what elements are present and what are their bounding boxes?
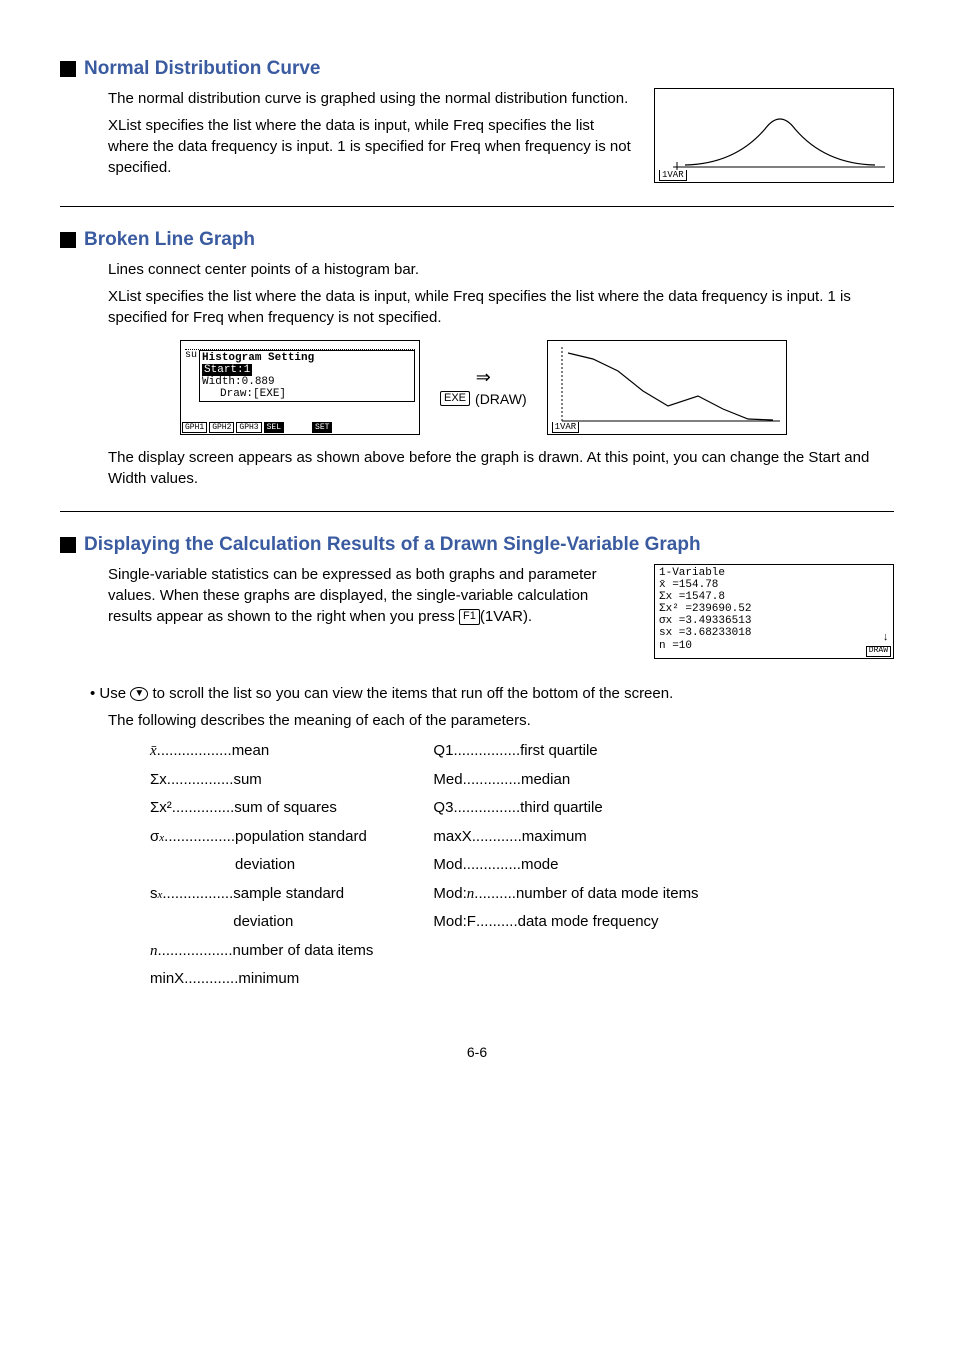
normal-curve-svg <box>655 89 893 182</box>
broken-line-svg <box>548 341 786 434</box>
param-dots: ................ <box>167 766 234 795</box>
param-desc: median <box>521 766 570 795</box>
softkey: SEL <box>264 422 284 433</box>
param-sym: Q3 <box>433 794 453 823</box>
param-dots: ................ <box>453 737 520 766</box>
arrow: ⇒ <box>440 367 527 388</box>
results-p2: The following describes the meaning of e… <box>108 710 894 731</box>
softkey: SET <box>312 422 332 433</box>
stats-row: Σx² =239690.52 <box>659 603 889 615</box>
draw-softkey: DRAW <box>866 646 891 657</box>
bullet-b: to scroll the list so you can view the i… <box>152 685 673 702</box>
broken-p3: The display screen appears as shown abov… <box>108 447 894 489</box>
param-desc: sum <box>233 766 261 795</box>
param-dots: .............. <box>463 766 521 795</box>
param-desc: mean <box>232 737 270 766</box>
param-dots: .......... <box>476 908 518 937</box>
param-sym: Med <box>433 766 462 795</box>
section-header-normal: Normal Distribution Curve <box>60 58 894 80</box>
param-sym: maxX <box>433 823 471 852</box>
param-sym: x̄ <box>150 737 157 766</box>
softkey-row: GPH1 GPH2 GPH3 SEL SET <box>182 422 332 433</box>
section-header-results: Displaying the Calculation Results of a … <box>60 534 894 556</box>
parameter-columns: x̄ ..................mean Σx ...........… <box>150 737 894 994</box>
stats-row: n =10 <box>659 640 889 652</box>
section-title: Displaying the Calculation Results of a … <box>84 534 701 556</box>
screen-label: 1VAR <box>659 170 687 181</box>
param-dots: ................. <box>162 880 233 937</box>
normal-curve-screen: 1VAR <box>654 88 894 183</box>
section-title: Broken Line Graph <box>84 229 255 251</box>
param-desc: first quartile <box>520 737 598 766</box>
param-sym: Mod:n <box>433 880 474 909</box>
param-sym: minX <box>150 965 184 994</box>
exe-key: EXE <box>440 391 470 406</box>
param-desc: number of data items <box>233 937 374 966</box>
param-col-right: Q1 ................first quartile Med...… <box>433 737 698 994</box>
param-sym: Mod:F <box>433 908 476 937</box>
down-cursor-key-icon: ▼ <box>130 687 148 701</box>
param-desc: population standarddeviation <box>235 823 367 880</box>
stats-title: 1-Variable <box>659 567 889 579</box>
histogram-setting-screen: su Histogram Setting Start:1 Width:0.889… <box>180 340 420 435</box>
hist-title: Histogram Setting <box>202 352 412 364</box>
param-dots: .......... <box>474 880 516 909</box>
param-sym: n <box>150 937 158 966</box>
softkey: GPH2 <box>209 422 234 433</box>
softkey: GPH1 <box>182 422 207 433</box>
page-number: 6-6 <box>60 1044 894 1060</box>
stats-row: sx =3.68233018 <box>659 627 889 639</box>
stats-row: σx =3.49336513 <box>659 615 889 627</box>
scroll-bullet: • Use ▼ to scroll the list so you can vi… <box>90 683 894 704</box>
param-sym: Σx <box>150 766 167 795</box>
bullet-a: • Use <box>90 685 130 702</box>
broken-p2: XList specifies the list where the data … <box>108 286 894 328</box>
param-desc: data mode frequency <box>518 908 659 937</box>
screen-label: 1VAR <box>552 422 580 433</box>
broken-line-screen: 1VAR <box>547 340 787 435</box>
results-p1b: (1VAR). <box>480 608 532 625</box>
broken-figure-row: su Histogram Setting Start:1 Width:0.889… <box>180 340 894 435</box>
divider <box>60 511 894 512</box>
param-sym: Q1 <box>433 737 453 766</box>
square-bullet <box>60 61 76 77</box>
stats-row: Σx =1547.8 <box>659 591 889 603</box>
f1-key: F1 <box>459 609 480 624</box>
section-title: Normal Distribution Curve <box>84 58 320 80</box>
param-dots: ............. <box>184 965 238 994</box>
arrow-label: (DRAW) <box>475 391 527 407</box>
param-dots: ............ <box>472 823 522 852</box>
section-header-broken: Broken Line Graph <box>60 229 894 251</box>
param-sym: Σx² <box>150 794 172 823</box>
param-dots: .................. <box>157 737 232 766</box>
param-dots: .............. <box>463 851 521 880</box>
broken-p1: Lines connect center points of a histogr… <box>108 259 894 280</box>
hist-width: Width:0.889 <box>202 376 412 388</box>
param-desc: maximum <box>522 823 587 852</box>
one-variable-results-screen: 1-Variable x̄ =154.78 Σx =1547.8 Σx² =23… <box>654 564 894 659</box>
param-sym: σx <box>150 823 164 880</box>
stats-row: x̄ =154.78 <box>659 579 889 591</box>
param-sym: Mod <box>433 851 462 880</box>
hist-draw: Draw:[EXE] <box>202 388 412 400</box>
param-dots: ................. <box>164 823 235 880</box>
hist-start: Start:1 <box>202 364 252 376</box>
param-desc: third quartile <box>520 794 603 823</box>
param-dots: ................ <box>453 794 520 823</box>
param-desc: minimum <box>238 965 299 994</box>
param-desc: number of data mode items <box>516 880 699 909</box>
divider <box>60 206 894 207</box>
square-bullet <box>60 537 76 553</box>
param-desc: sum of squares <box>234 794 337 823</box>
down-arrow-icon: ↓ <box>882 632 889 644</box>
param-sym: sx <box>150 880 162 937</box>
arrow-block: ⇒ EXE (DRAW) <box>440 367 527 409</box>
param-desc: sample standarddeviation <box>233 880 344 937</box>
param-dots: ............... <box>172 794 235 823</box>
param-col-left: x̄ ..................mean Σx ...........… <box>150 737 373 994</box>
softkey: GPH3 <box>236 422 261 433</box>
param-dots: .................. <box>158 937 233 966</box>
param-desc: mode <box>521 851 559 880</box>
square-bullet <box>60 232 76 248</box>
